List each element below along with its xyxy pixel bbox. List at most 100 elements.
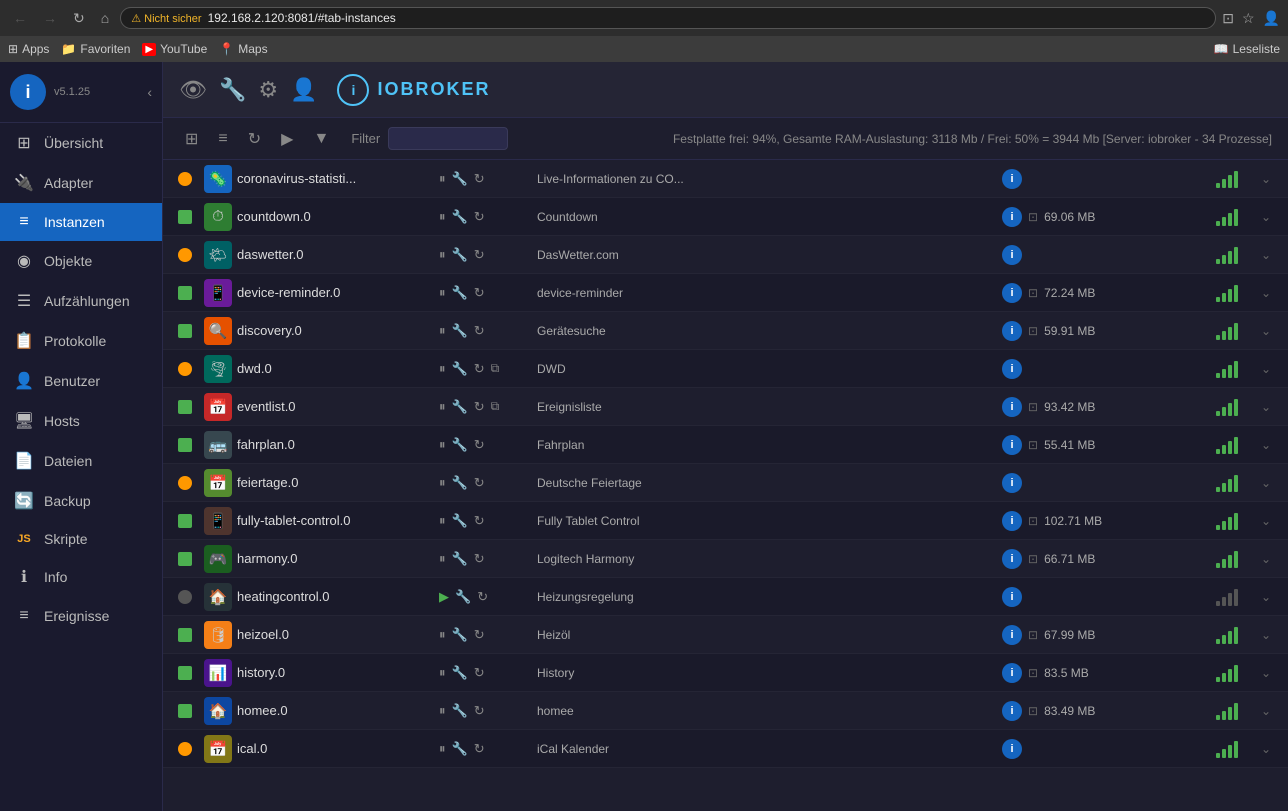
back-button[interactable]: ← (8, 8, 32, 28)
settings-instance-button[interactable]: 🔧 (450, 283, 470, 303)
filter-input[interactable] (388, 127, 508, 150)
pause-instance-button[interactable]: ⏸ (437, 625, 448, 645)
settings-instance-button[interactable]: 🔧 (450, 397, 470, 417)
expand-button[interactable]: ⌄ (1261, 400, 1271, 414)
settings-instance-button[interactable]: 🔧 (450, 207, 470, 227)
play-button[interactable]: ▶ (275, 125, 299, 153)
gear-icon[interactable]: ⚙ (258, 77, 278, 103)
forward-button[interactable]: → (38, 8, 62, 28)
settings-instance-button[interactable]: 🔧 (450, 511, 470, 531)
sidebar-item-instanzen[interactable]: ≡ Instanzen (0, 203, 162, 241)
pause-instance-button[interactable]: ⏸ (437, 739, 448, 759)
play-instance-button[interactable]: ▶ (437, 587, 451, 607)
sidebar-item-hosts[interactable]: 🖥 Hosts (0, 401, 162, 441)
bookmark-favoriten[interactable]: 📁 Favoriten (61, 42, 130, 56)
reload-button[interactable]: ↻ (68, 8, 90, 29)
info-button[interactable]: i (1002, 473, 1022, 493)
sidebar-item-info[interactable]: ℹ Info (0, 557, 162, 597)
home-button[interactable]: ⌂ (96, 8, 114, 28)
settings-instance-button[interactable]: 🔧 (450, 435, 470, 455)
expand-button[interactable]: ⌄ (1261, 172, 1271, 186)
restart-instance-button[interactable]: ↻ (472, 359, 487, 379)
pause-instance-button[interactable]: ⏸ (437, 245, 448, 265)
expand-button[interactable]: ⌄ (1261, 476, 1271, 490)
expand-button[interactable]: ⌄ (1261, 590, 1271, 604)
eye-icon[interactable]: 👁 (179, 77, 207, 103)
open-link-icon[interactable]: ⧉ (489, 359, 502, 378)
expand-button[interactable]: ⌄ (1261, 742, 1271, 756)
info-button[interactable]: i (1002, 283, 1022, 303)
expand-button[interactable]: ⌄ (1261, 210, 1271, 224)
info-button[interactable]: i (1002, 587, 1022, 607)
restart-instance-button[interactable]: ↻ (472, 739, 487, 759)
pause-instance-button[interactable]: ⏸ (437, 511, 448, 531)
info-button[interactable]: i (1002, 511, 1022, 531)
settings-instance-button[interactable]: 🔧 (450, 473, 470, 493)
pause-instance-button[interactable]: ⏸ (437, 663, 448, 683)
restart-instance-button[interactable]: ↻ (472, 207, 487, 227)
restart-instance-button[interactable]: ↻ (472, 283, 487, 303)
readlist[interactable]: 📖 Leseliste (1214, 42, 1280, 56)
settings-instance-button[interactable]: 🔧 (450, 739, 470, 759)
settings-instance-button[interactable]: 🔧 (450, 359, 470, 379)
restart-instance-button[interactable]: ↻ (472, 245, 487, 265)
settings-instance-button[interactable]: 🔧 (450, 245, 470, 265)
settings-instance-button[interactable]: 🔧 (450, 625, 470, 645)
profile-button[interactable]: 👤 (1263, 10, 1280, 27)
restart-instance-button[interactable]: ↻ (472, 663, 487, 683)
card-view-button[interactable]: ⊞ (179, 125, 204, 153)
restart-instance-button[interactable]: ↻ (472, 701, 487, 721)
info-button[interactable]: i (1002, 625, 1022, 645)
restart-instance-button[interactable]: ↻ (472, 473, 487, 493)
expand-button[interactable]: ⌄ (1261, 286, 1271, 300)
settings-instance-button[interactable]: 🔧 (453, 587, 473, 607)
settings-instance-button[interactable]: 🔧 (450, 549, 470, 569)
expand-button[interactable]: ⌄ (1261, 704, 1271, 718)
expand-button[interactable]: ⌄ (1261, 552, 1271, 566)
person-icon[interactable]: 👤 (290, 77, 317, 103)
sidebar-item-ereignisse[interactable]: ≡ Ereignisse (0, 597, 162, 635)
pause-instance-button[interactable]: ⏸ (437, 701, 448, 721)
info-button[interactable]: i (1002, 549, 1022, 569)
restart-instance-button[interactable]: ↻ (472, 625, 487, 645)
restart-instance-button[interactable]: ↻ (472, 511, 487, 531)
address-bar[interactable]: ⚠ Nicht sicher 192.168.2.120:8081/#tab-i… (120, 7, 1216, 29)
info-button[interactable]: i (1002, 435, 1022, 455)
pause-instance-button[interactable]: ⏸ (437, 169, 448, 189)
expand-button[interactable]: ⌄ (1261, 438, 1271, 452)
list-view-button[interactable]: ≡ (212, 126, 233, 152)
sidebar-item-skripte[interactable]: JS Skripte (0, 521, 162, 557)
pause-instance-button[interactable]: ⏸ (437, 207, 448, 227)
info-button[interactable]: i (1002, 169, 1022, 189)
pause-instance-button[interactable]: ⏸ (437, 359, 448, 379)
sidebar-item-protokolle[interactable]: 📋 Protokolle (0, 321, 162, 361)
bookmark-apps[interactable]: ⊞ Apps (8, 42, 49, 56)
info-button[interactable]: i (1002, 245, 1022, 265)
pause-instance-button[interactable]: ⏸ (437, 549, 448, 569)
pause-instance-button[interactable]: ⏸ (437, 473, 448, 493)
expand-button[interactable]: ⌄ (1261, 362, 1271, 376)
restart-instance-button[interactable]: ↻ (475, 587, 490, 607)
sidebar-item-dateien[interactable]: 📄 Dateien (0, 441, 162, 481)
restart-instance-button[interactable]: ↻ (472, 397, 487, 417)
settings-instance-button[interactable]: 🔧 (450, 701, 470, 721)
sidebar-item-ubersicht[interactable]: ⊞ Übersicht (0, 123, 162, 163)
bookmark-youtube[interactable]: ▶ YouTube (142, 42, 207, 56)
settings-instance-button[interactable]: 🔧 (450, 321, 470, 341)
info-button[interactable]: i (1002, 739, 1022, 759)
cast-button[interactable]: ⊡ (1222, 10, 1234, 27)
sidebar-item-backup[interactable]: 🔄 Backup (0, 481, 162, 521)
filter-button[interactable]: ▼ (307, 126, 335, 152)
open-link-icon[interactable]: ⧉ (489, 397, 502, 416)
sidebar-item-benutzer[interactable]: 👤 Benutzer (0, 361, 162, 401)
expand-button[interactable]: ⌄ (1261, 324, 1271, 338)
pause-instance-button[interactable]: ⏸ (437, 397, 448, 417)
sidebar-item-objekte[interactable]: ◉ Objekte (0, 241, 162, 281)
expand-button[interactable]: ⌄ (1261, 628, 1271, 642)
bookmark-button[interactable]: ☆ (1242, 10, 1255, 27)
refresh-button[interactable]: ↻ (242, 125, 267, 153)
sidebar-item-aufzahlungen[interactable]: ☰ Aufzählungen (0, 281, 162, 321)
pause-instance-button[interactable]: ⏸ (437, 283, 448, 303)
info-button[interactable]: i (1002, 207, 1022, 227)
expand-button[interactable]: ⌄ (1261, 248, 1271, 262)
